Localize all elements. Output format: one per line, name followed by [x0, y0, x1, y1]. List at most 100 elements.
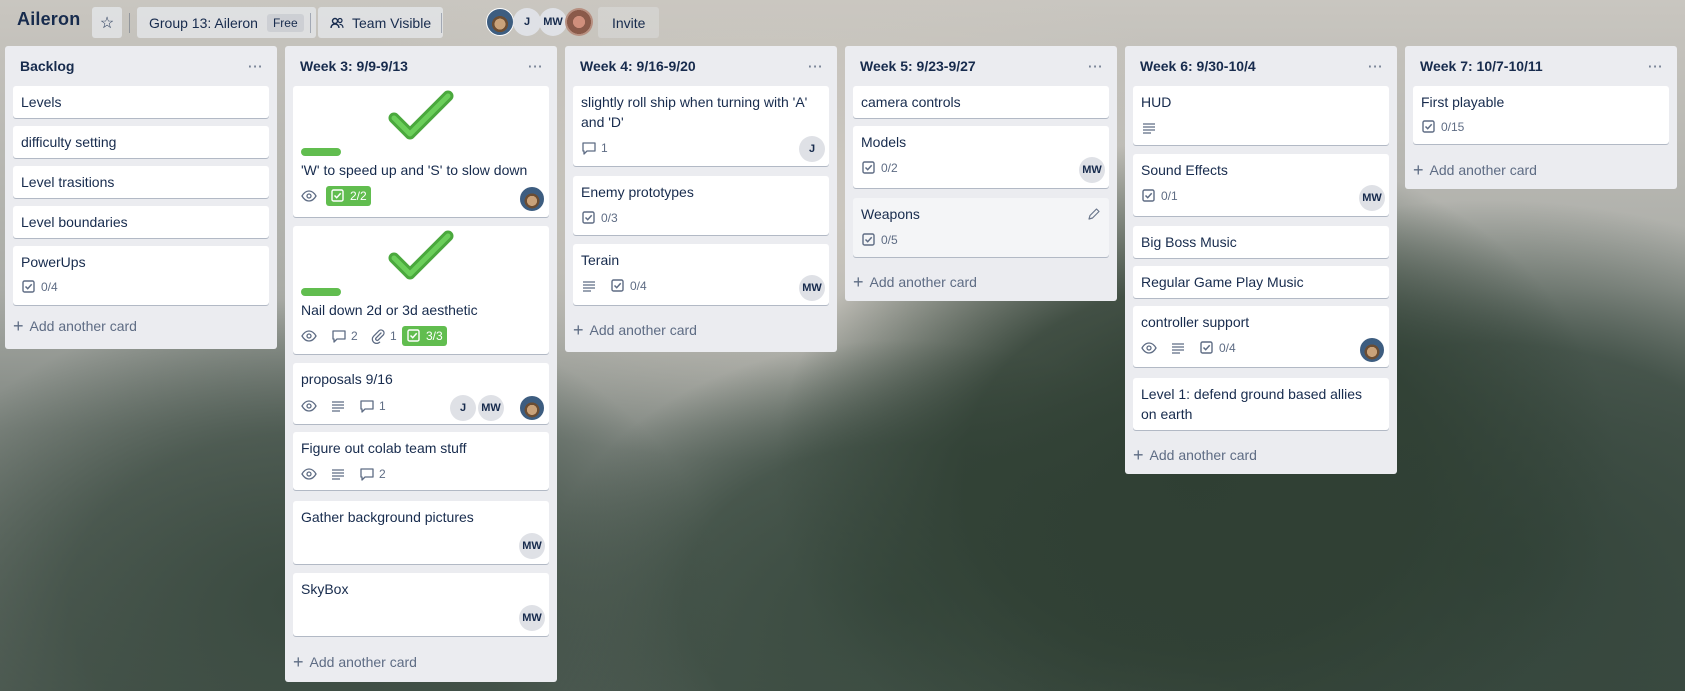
card-label-green[interactable]: [301, 288, 341, 296]
list-header: Week 7: 10/7-10/11 ···: [1405, 46, 1677, 86]
comments-badge: 2: [331, 327, 358, 345]
checklist-count: 0/4: [630, 279, 647, 293]
card[interactable]: Levels: [13, 86, 269, 118]
card[interactable]: camera controls: [853, 86, 1109, 118]
card[interactable]: Level boundaries: [13, 206, 269, 238]
card-title: 'W' to speed up and 'S' to slow down: [301, 162, 528, 178]
checklist-count: 0/3: [601, 211, 618, 225]
card[interactable]: Gather background pictures MW: [293, 501, 549, 564]
checklist-count: 0/4: [1219, 341, 1236, 355]
list-title[interactable]: Week 6: 9/30-10/4: [1140, 58, 1256, 74]
pencil-icon[interactable]: [1087, 206, 1101, 225]
list-week-7: Week 7: 10/7-10/11 ··· First playable 0/…: [1405, 46, 1677, 189]
card[interactable]: Level trasitions: [13, 166, 269, 198]
card-title: Models: [861, 134, 907, 150]
list-menu-icon[interactable]: ···: [803, 54, 827, 78]
list-title[interactable]: Week 3: 9/9-9/13: [300, 58, 408, 74]
add-card-button[interactable]: + Add another card: [853, 268, 977, 296]
plus-icon: +: [293, 652, 304, 672]
team-button[interactable]: Group 13: Aileron Free: [137, 7, 316, 38]
member-avatar-mw[interactable]: MW: [1359, 185, 1385, 211]
card-title: Regular Game Play Music: [1141, 274, 1304, 290]
board-title[interactable]: Aileron: [17, 9, 80, 30]
add-card-button[interactable]: + Add another card: [13, 312, 137, 340]
card-label-green[interactable]: [301, 148, 341, 156]
comment-count: 2: [379, 467, 386, 481]
member-avatar-photo[interactable]: [519, 186, 545, 212]
card[interactable]: proposals 9/16 1 J MW: [293, 363, 549, 424]
checklist-count: 3/3: [426, 329, 443, 343]
card[interactable]: Weapons 0/5: [853, 198, 1109, 257]
card[interactable]: SkyBox MW: [293, 573, 549, 636]
member-avatar-j[interactable]: J: [450, 395, 476, 421]
plus-icon: +: [13, 316, 24, 336]
checklist-icon: [330, 188, 346, 204]
list-menu-icon[interactable]: ···: [1643, 54, 1667, 78]
attachments-badge: 1: [370, 327, 397, 345]
member-avatar-photo[interactable]: [519, 395, 545, 421]
member-avatar-j[interactable]: J: [513, 8, 541, 36]
checklist-icon: [1141, 188, 1157, 204]
list-week-5: Week 5: 9/23-9/27 ··· camera controls Mo…: [845, 46, 1117, 301]
description-badge: [1170, 339, 1190, 357]
member-avatar-j[interactable]: J: [799, 136, 825, 162]
add-card-button[interactable]: + Add another card: [573, 316, 697, 344]
comment-icon: [359, 398, 375, 414]
member-avatar-mw[interactable]: MW: [519, 605, 545, 631]
checklist-complete-badge: 2/2: [326, 186, 371, 206]
card[interactable]: Terain 0/4 MW: [573, 244, 829, 305]
comment-count: 1: [601, 141, 608, 155]
checklist-badge: 0/4: [1199, 339, 1236, 357]
card[interactable]: HUD: [1133, 86, 1389, 145]
member-avatar-mw[interactable]: MW: [478, 395, 504, 421]
list-title[interactable]: Backlog: [20, 58, 74, 74]
member-avatar-photo[interactable]: [565, 8, 593, 36]
member-avatar-mw[interactable]: MW: [519, 533, 545, 559]
checklist-icon: [861, 160, 877, 176]
card[interactable]: Models 0/2 MW: [853, 126, 1109, 188]
list-title[interactable]: Week 7: 10/7-10/11: [1420, 58, 1543, 74]
watch-badge: [301, 327, 321, 345]
watch-badge: [301, 465, 321, 483]
card[interactable]: Enemy prototypes 0/3: [573, 176, 829, 235]
list-menu-icon[interactable]: ···: [1363, 54, 1387, 78]
member-avatar-mw[interactable]: MW: [799, 275, 825, 301]
checklist-badge: 0/5: [861, 231, 898, 249]
card[interactable]: First playable 0/15: [1413, 86, 1669, 144]
description-icon: [330, 466, 346, 482]
invite-button[interactable]: Invite: [598, 7, 660, 38]
visibility-button[interactable]: Team Visible: [318, 7, 444, 38]
card[interactable]: Figure out colab team stuff 2: [293, 432, 549, 490]
description-icon: [330, 398, 346, 414]
card[interactable]: Level 1: defend ground based allies on e…: [1133, 378, 1389, 430]
list-menu-icon[interactable]: ···: [523, 54, 547, 78]
card[interactable]: controller support 0/4: [1133, 306, 1389, 367]
list-menu-icon[interactable]: ···: [1083, 54, 1107, 78]
list-title[interactable]: Week 4: 9/16-9/20: [580, 58, 696, 74]
card[interactable]: slightly roll ship when turning with 'A'…: [573, 86, 829, 166]
card[interactable]: Sound Effects 0/1 MW: [1133, 154, 1389, 216]
card[interactable]: Nail down 2d or 3d aesthetic 2 1 3/3: [293, 226, 549, 354]
star-button[interactable]: ☆: [92, 7, 122, 38]
member-avatar-photo[interactable]: [1359, 337, 1385, 363]
add-card-button[interactable]: + Add another card: [1413, 156, 1537, 184]
card[interactable]: Regular Game Play Music: [1133, 266, 1389, 298]
card[interactable]: Big Boss Music: [1133, 226, 1389, 258]
card-title: difficulty setting: [21, 134, 117, 150]
card-title: camera controls: [861, 94, 961, 110]
card-title: SkyBox: [301, 581, 349, 597]
card[interactable]: 'W' to speed up and 'S' to slow down 2/2: [293, 86, 549, 217]
add-card-button[interactable]: + Add another card: [293, 648, 417, 676]
checklist-icon: [1199, 340, 1215, 356]
eye-icon: [301, 398, 317, 414]
comments-badge: 1: [581, 139, 608, 157]
member-avatar-mw[interactable]: MW: [1079, 157, 1105, 183]
add-card-button[interactable]: + Add another card: [1133, 441, 1257, 469]
list-title[interactable]: Week 5: 9/23-9/27: [860, 58, 976, 74]
card[interactable]: PowerUps 0/4: [13, 246, 269, 305]
checklist-count: 0/15: [1441, 120, 1465, 134]
member-avatar-mw[interactable]: MW: [539, 8, 567, 36]
member-avatar-photo[interactable]: [486, 8, 514, 36]
list-menu-icon[interactable]: ···: [243, 54, 267, 78]
card[interactable]: difficulty setting: [13, 126, 269, 158]
